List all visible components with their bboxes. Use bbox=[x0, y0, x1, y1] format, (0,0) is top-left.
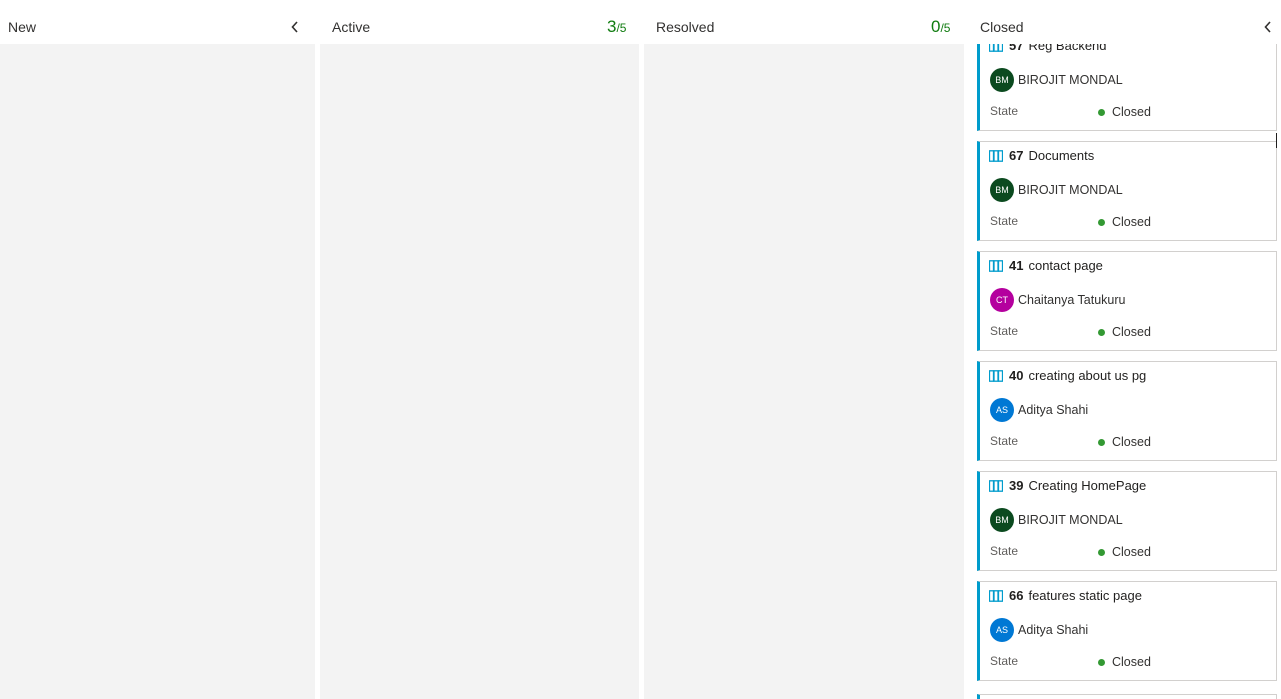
book-icon bbox=[989, 479, 1003, 492]
state-text: Closed bbox=[1112, 655, 1151, 669]
state-value[interactable]: Closed bbox=[1098, 435, 1151, 449]
state-indicator-dot bbox=[1098, 658, 1105, 666]
card-title-row: 67 Documents bbox=[989, 148, 1094, 163]
column-header-resolved: Resolved 0/5 bbox=[644, 0, 964, 44]
work-item-card[interactable]: 67 Documents BM BIROJIT MONDAL State Clo… bbox=[977, 141, 1277, 241]
state-field-label: State bbox=[990, 324, 1019, 338]
collapse-column-new-button[interactable] bbox=[287, 17, 303, 37]
work-item-id: 66 bbox=[1009, 588, 1024, 603]
work-item-title[interactable]: Documents bbox=[1028, 148, 1094, 163]
state-value[interactable]: Closed bbox=[1098, 215, 1151, 229]
avatar: AS bbox=[990, 618, 1014, 642]
work-item-title[interactable]: Reg Backend bbox=[1028, 44, 1106, 53]
column-title-new: New bbox=[8, 19, 37, 35]
work-item-id: 40 bbox=[1009, 368, 1024, 383]
chevron-left-icon bbox=[291, 21, 298, 33]
wip-limit-resolved: 0/5 bbox=[931, 17, 950, 37]
state-text: Closed bbox=[1112, 545, 1151, 559]
avatar: BM bbox=[990, 68, 1014, 92]
state-field-label: State bbox=[990, 434, 1019, 448]
work-item-card[interactable]: 66 features static page AS Aditya Shahi … bbox=[977, 581, 1277, 681]
assignee-name: Aditya Shahi bbox=[1018, 403, 1089, 417]
state-field-label: State bbox=[990, 214, 1019, 228]
state-field-label: State bbox=[990, 104, 1019, 118]
assignee[interactable]: AS Aditya Shahi bbox=[990, 398, 1088, 422]
state-value[interactable]: Closed bbox=[1098, 105, 1151, 119]
state-value[interactable]: Closed bbox=[1098, 655, 1151, 669]
card-title-row: 39 Creating HomePage bbox=[989, 478, 1146, 493]
work-item-title[interactable]: contact page bbox=[1028, 258, 1102, 273]
card-title-row: 57 Reg Backend bbox=[989, 44, 1107, 53]
state-text: Closed bbox=[1112, 325, 1151, 339]
card-title-row: 41 contact page bbox=[989, 258, 1103, 273]
avatar: BM bbox=[990, 178, 1014, 202]
state-indicator-dot bbox=[1098, 218, 1105, 226]
assignee-name: Chaitanya Tatukuru bbox=[1018, 293, 1126, 307]
work-item-title[interactable]: creating about us pg bbox=[1028, 368, 1146, 383]
state-indicator-dot bbox=[1098, 108, 1105, 116]
assignee[interactable]: BM BIROJIT MONDAL bbox=[990, 68, 1123, 92]
wip-max: /5 bbox=[616, 21, 627, 35]
work-item-card[interactable]: 40 creating about us pg AS Aditya Shahi … bbox=[977, 361, 1277, 461]
book-icon bbox=[989, 259, 1003, 272]
work-item-card[interactable]: 39 Creating HomePage BM BIROJIT MONDAL S… bbox=[977, 471, 1277, 571]
lane-resolved bbox=[644, 44, 964, 699]
assignee-name: BIROJIT MONDAL bbox=[1018, 183, 1123, 197]
book-icon bbox=[989, 149, 1003, 162]
state-text: Closed bbox=[1112, 215, 1151, 229]
lane-active bbox=[320, 44, 639, 699]
state-field-label: State bbox=[990, 654, 1019, 668]
column-header-closed: Closed bbox=[969, 0, 1281, 44]
book-icon bbox=[989, 589, 1003, 602]
state-text: Closed bbox=[1112, 105, 1151, 119]
card-title-row: 40 creating about us pg bbox=[989, 368, 1146, 383]
state-indicator-dot bbox=[1098, 328, 1105, 336]
work-item-id: 67 bbox=[1009, 148, 1024, 163]
state-field-label: State bbox=[990, 544, 1019, 558]
column-title-resolved: Resolved bbox=[656, 19, 715, 35]
wip-max: /5 bbox=[940, 21, 951, 35]
collapse-column-closed-button[interactable] bbox=[1260, 17, 1276, 37]
avatar: BM bbox=[990, 508, 1014, 532]
state-value[interactable]: Closed bbox=[1098, 325, 1151, 339]
assignee[interactable]: AS Aditya Shahi bbox=[990, 618, 1088, 642]
assignee-name: Aditya Shahi bbox=[1018, 623, 1089, 637]
work-item-title[interactable]: features static page bbox=[1028, 588, 1141, 603]
text-cursor bbox=[1276, 133, 1277, 148]
assignee-name: BIROJIT MONDAL bbox=[1018, 73, 1123, 87]
assignee[interactable]: CT Chaitanya Tatukuru bbox=[990, 288, 1125, 312]
assignee[interactable]: BM BIROJIT MONDAL bbox=[990, 178, 1123, 202]
wip-limit-active: 3/5 bbox=[607, 17, 626, 37]
book-icon bbox=[989, 369, 1003, 382]
work-item-card[interactable]: 41 contact page CT Chaitanya Tatukuru St… bbox=[977, 251, 1277, 351]
work-item-id: 57 bbox=[1009, 44, 1024, 53]
work-item-card[interactable]: 57 Reg Backend BM BIROJIT MONDAL State C… bbox=[977, 44, 1277, 131]
column-title-active: Active bbox=[332, 19, 371, 35]
state-value[interactable]: Closed bbox=[1098, 545, 1151, 559]
card-title-row: 66 features static page bbox=[989, 588, 1142, 603]
avatar: CT bbox=[990, 288, 1014, 312]
column-header-new: New bbox=[0, 0, 315, 44]
assignee-name: BIROJIT MONDAL bbox=[1018, 513, 1123, 527]
state-indicator-dot bbox=[1098, 438, 1105, 446]
state-indicator-dot bbox=[1098, 548, 1105, 556]
avatar: AS bbox=[990, 398, 1014, 422]
chevron-left-icon bbox=[1264, 21, 1271, 33]
book-icon bbox=[989, 44, 1003, 52]
work-item-id: 39 bbox=[1009, 478, 1024, 493]
work-item-id: 41 bbox=[1009, 258, 1024, 273]
lane-new bbox=[0, 44, 315, 699]
card-partial[interactable] bbox=[977, 694, 1277, 699]
assignee[interactable]: BM BIROJIT MONDAL bbox=[990, 508, 1123, 532]
state-text: Closed bbox=[1112, 435, 1151, 449]
column-header-active: Active 3/5 bbox=[320, 0, 639, 44]
work-item-title[interactable]: Creating HomePage bbox=[1028, 478, 1146, 493]
lane-closed: 57 Reg Backend BM BIROJIT MONDAL State C… bbox=[977, 44, 1281, 699]
column-title-closed: Closed bbox=[980, 19, 1024, 35]
